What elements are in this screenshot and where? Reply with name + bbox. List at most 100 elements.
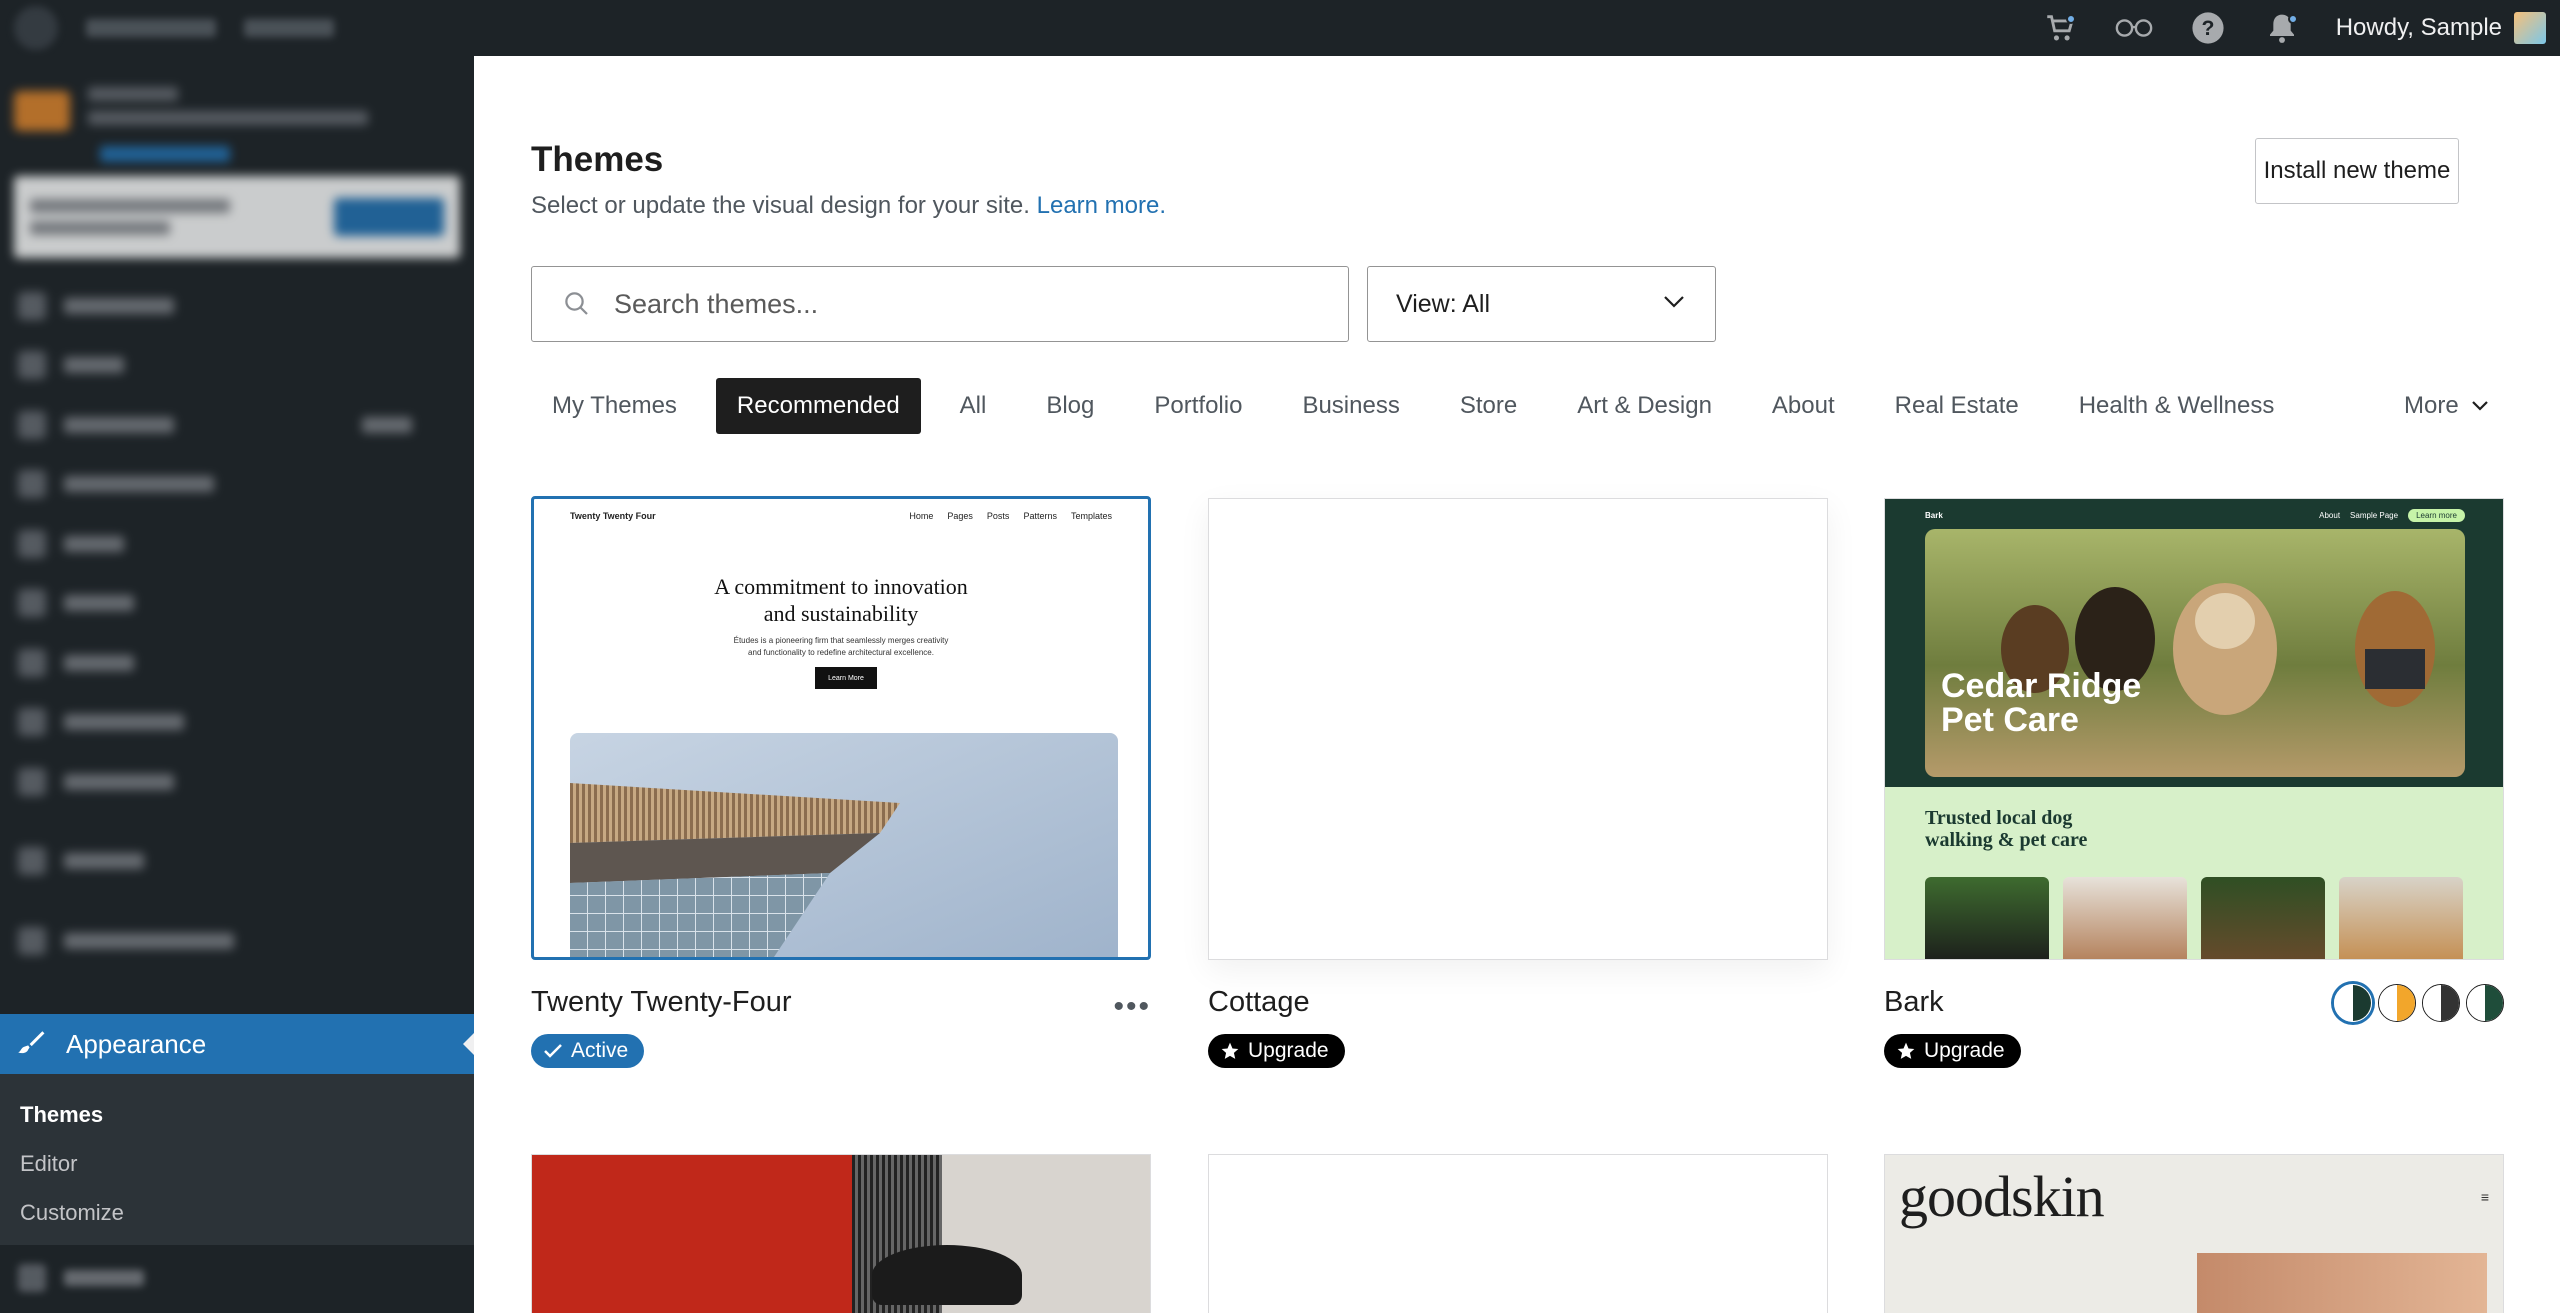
sidebar-item[interactable] [0, 633, 474, 693]
sidebar-link[interactable] [100, 146, 230, 162]
search-icon [565, 292, 588, 315]
sidebar-item-appearance[interactable]: Appearance [0, 1014, 474, 1074]
preview-section-heading: Trusted local dog walking & pet care [1925, 807, 2088, 851]
site-name-link[interactable] [86, 19, 216, 37]
preview-nav: Patterns [1023, 511, 1057, 521]
style-swatch[interactable] [2378, 984, 2416, 1022]
page-title: Themes [531, 140, 664, 179]
more-options-icon[interactable]: ••• [1113, 990, 1151, 1024]
theme-preview[interactable]: Bark About Sample Page Learn more Cedar … [1884, 498, 2504, 960]
sidebar-item[interactable] [0, 336, 474, 396]
paintbrush-icon [18, 1031, 45, 1054]
stats-icon [18, 351, 46, 380]
theme-preview[interactable] [531, 1154, 1151, 1313]
new-content-link[interactable] [244, 19, 334, 37]
promo-button[interactable] [334, 198, 444, 236]
install-new-theme-button[interactable]: Install new theme [2255, 138, 2459, 204]
description-text: Select or update the visual design for y… [531, 192, 1030, 219]
theme-preview[interactable] [1208, 1154, 1828, 1313]
style-swatch[interactable] [2466, 984, 2504, 1022]
tab-blog[interactable]: Blog [1025, 378, 1115, 434]
theme-preview[interactable]: goodskin ≡ [1884, 1154, 2504, 1313]
style-swatch[interactable] [2422, 984, 2460, 1022]
feedback-icon [18, 767, 46, 796]
sidebar-item[interactable] [0, 752, 474, 812]
search-input[interactable]: Search themes... [531, 266, 1349, 342]
theme-card-bark: Bark About Sample Page Learn more Cedar … [1884, 498, 2504, 1068]
tab-portfolio[interactable]: Portfolio [1133, 378, 1263, 434]
submenu-item-themes[interactable]: Themes [0, 1090, 474, 1139]
learn-more-link[interactable]: Learn more. [1037, 192, 1166, 219]
preview-nav: Posts [986, 511, 1010, 521]
view-select[interactable]: View: All [1367, 266, 1716, 342]
view-select-value: View: All [1396, 289, 1491, 318]
tab-recommended[interactable]: Recommended [715, 378, 921, 434]
preview-face-image [2197, 1253, 2487, 1313]
media-icon [18, 589, 46, 618]
theme-card [531, 1154, 1151, 1313]
star-icon [1897, 1042, 1915, 1059]
site-switcher[interactable] [0, 56, 474, 146]
status-badge-upgrade[interactable]: Upgrade [1208, 1034, 1345, 1068]
theme-card-goodskin: goodskin ≡ [1884, 1154, 2504, 1313]
account-menu[interactable]: Howdy, Sample [2336, 12, 2546, 44]
cart-icon[interactable] [2040, 8, 2080, 48]
sidebar-item[interactable] [0, 832, 474, 892]
tab-more[interactable]: More [2404, 378, 2489, 434]
theme-name[interactable]: Twenty Twenty-Four [531, 986, 792, 1019]
help-icon[interactable]: ? [2188, 8, 2228, 48]
theme-name[interactable]: Cottage [1208, 986, 1310, 1019]
preview-nav: Home [909, 511, 934, 521]
preview-nav: About [2319, 511, 2341, 520]
star-icon [1221, 1042, 1239, 1059]
submenu-item-customize[interactable]: Customize [0, 1188, 474, 1237]
tab-health-wellness[interactable]: Health & Wellness [2058, 378, 2296, 434]
category-tabs: My Themes Recommended All Blog Portfolio Busi… [531, 378, 2313, 434]
tab-my-themes[interactable]: My Themes [531, 378, 698, 434]
main-content: Themes Select or update the visual desig… [474, 56, 2560, 1313]
style-swatch[interactable] [2334, 984, 2372, 1022]
admin-sidebar: Appearance Themes Editor Customize [0, 56, 474, 1313]
theme-preview[interactable]: Twenty Twenty Four Home Pages Posts Patt… [531, 496, 1151, 960]
appearance-submenu: Themes Editor Customize [0, 1074, 474, 1245]
tab-real-estate[interactable]: Real Estate [1874, 378, 2040, 434]
wordpress-logo-icon[interactable] [14, 6, 58, 50]
notifications-icon[interactable] [2262, 8, 2302, 48]
sidebar-item-plugins[interactable] [0, 1248, 474, 1308]
sidebar-item[interactable] [0, 911, 474, 971]
theme-preview[interactable] [1208, 498, 1828, 960]
sidebar-item[interactable] [0, 395, 474, 455]
sidebar-item[interactable] [0, 574, 474, 634]
howdy-text: Howdy, Sample [2335, 14, 2502, 41]
preview-site-title: Bark [1925, 511, 1943, 520]
tab-about[interactable]: About [1751, 378, 1856, 434]
tab-more-label: More [2404, 392, 2459, 419]
sidebar-item[interactable] [0, 693, 474, 753]
tab-art-design[interactable]: Art & Design [1556, 378, 1733, 434]
preview-nav-button: Learn more [2408, 509, 2465, 522]
badge-label: Upgrade [1924, 1039, 2005, 1062]
sidebar-item[interactable] [0, 276, 474, 336]
chevron-down-icon [2471, 401, 2488, 411]
preview-dogs-image [1925, 529, 2465, 777]
submenu-item-editor[interactable]: Editor [0, 1139, 474, 1188]
mailbox-icon [18, 470, 46, 499]
sidebar-appearance-section: Appearance Themes Editor Customize [0, 1014, 474, 1245]
status-badge-upgrade[interactable]: Upgrade [1884, 1034, 2021, 1068]
tab-business[interactable]: Business [1281, 378, 1420, 434]
plugins-icon [18, 1264, 46, 1292]
chevron-down-icon [1664, 296, 1684, 308]
preview-site-title: goodskin [1899, 1164, 2105, 1229]
woocommerce-icon [18, 926, 46, 955]
sidebar-item[interactable] [0, 514, 474, 574]
jetpack-icon [18, 847, 46, 876]
reader-icon[interactable] [2114, 8, 2154, 48]
svg-text:?: ? [2201, 16, 2214, 40]
tab-all[interactable]: All [939, 378, 1008, 434]
style-variations [2334, 984, 2504, 1022]
theme-name[interactable]: Bark [1884, 986, 1944, 1019]
tab-store[interactable]: Store [1439, 378, 1538, 434]
theme-card-cottage: Cottage Upgrade [1208, 498, 1828, 1068]
sidebar-item[interactable] [0, 455, 474, 515]
badge-label: Active [571, 1039, 629, 1062]
